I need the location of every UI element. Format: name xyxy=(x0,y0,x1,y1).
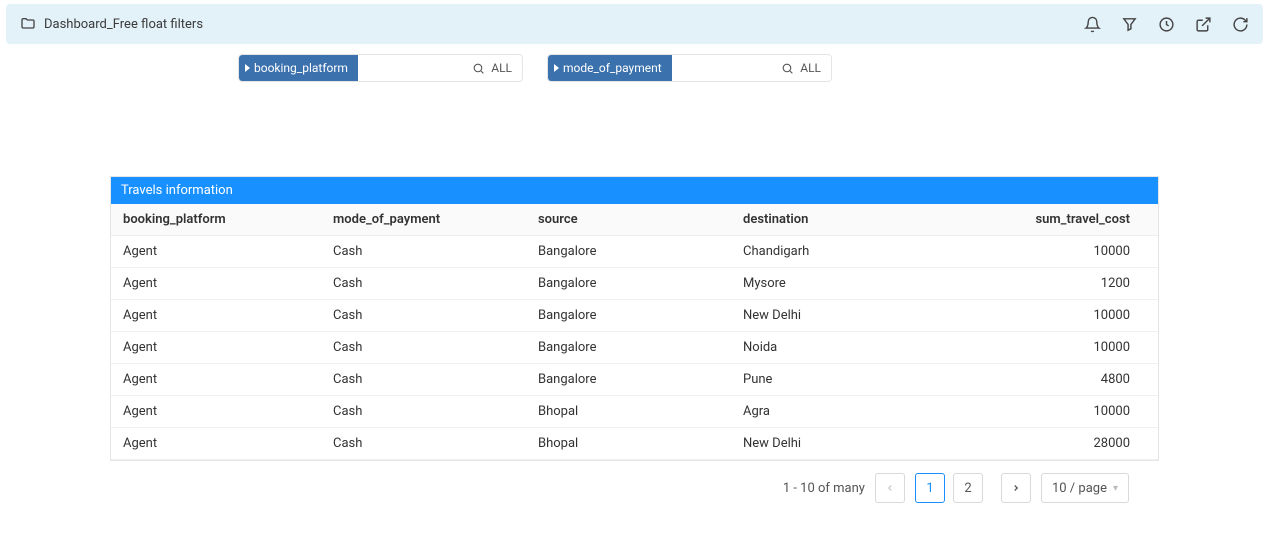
table-widget: Travels information booking_platform mod… xyxy=(110,176,1159,461)
cell-destination: Chandigarh xyxy=(731,236,931,267)
cell-mode-of-payment: Cash xyxy=(321,268,526,299)
filter-value: ALL xyxy=(800,61,821,75)
cell-mode-of-payment: Cash xyxy=(321,364,526,395)
filter-chip[interactable]: booking_platform xyxy=(239,55,358,81)
filter-chip[interactable]: mode_of_payment xyxy=(548,55,672,81)
cell-sum-travel-cost: 10000 xyxy=(931,300,1158,331)
cell-destination: Pune xyxy=(731,364,931,395)
search-icon xyxy=(781,62,794,75)
cell-source: Bhopal xyxy=(526,428,731,459)
col-header-booking-platform[interactable]: booking_platform xyxy=(111,204,321,235)
cell-sum-travel-cost: 10000 xyxy=(931,236,1158,267)
cell-sum-travel-cost: 28000 xyxy=(931,428,1158,459)
cell-sum-travel-cost: 10000 xyxy=(931,396,1158,427)
pagination-prev-button[interactable] xyxy=(875,473,905,503)
cell-mode-of-payment: Cash xyxy=(321,396,526,427)
topbar-right xyxy=(1084,16,1249,33)
pagination-page-2[interactable]: 2 xyxy=(953,473,983,503)
cell-source: Bangalore xyxy=(526,364,731,395)
filter-booking-platform[interactable]: booking_platform ALL xyxy=(238,54,523,82)
cell-mode-of-payment: Cash xyxy=(321,332,526,363)
cell-booking-platform: Agent xyxy=(111,300,321,331)
external-link-icon[interactable] xyxy=(1195,16,1212,33)
pagination-summary: 1 - 10 of many xyxy=(783,481,865,496)
filter-chip-label: booking_platform xyxy=(254,61,348,75)
folder-icon xyxy=(20,16,36,32)
cell-source: Bhopal xyxy=(526,396,731,427)
cell-destination: Agra xyxy=(731,396,931,427)
cell-destination: New Delhi xyxy=(731,300,931,331)
cell-sum-travel-cost: 4800 xyxy=(931,364,1158,395)
clock-icon[interactable] xyxy=(1158,16,1175,33)
table-row[interactable]: AgentCashBangaloreChandigarh10000 xyxy=(111,236,1158,268)
filter-value-area[interactable]: ALL xyxy=(358,61,522,75)
filters-row: booking_platform ALL mode_of_payment ALL xyxy=(238,54,1269,82)
table-row[interactable]: AgentCashBangaloreNew Delhi10000 xyxy=(111,300,1158,332)
cell-source: Bangalore xyxy=(526,268,731,299)
table-row[interactable]: AgentCashBhopalNew Delhi28000 xyxy=(111,428,1158,460)
cell-sum-travel-cost: 1200 xyxy=(931,268,1158,299)
table-row[interactable]: AgentCashBhopalAgra10000 xyxy=(111,396,1158,428)
page-size-label: 10 / page xyxy=(1052,481,1107,496)
table-row[interactable]: AgentCashBangaloreMysore1200 xyxy=(111,268,1158,300)
cell-mode-of-payment: Cash xyxy=(321,428,526,459)
filter-value: ALL xyxy=(491,61,512,75)
cell-mode-of-payment: Cash xyxy=(321,300,526,331)
table-title: Travels information xyxy=(111,177,1158,204)
pagination-next-button[interactable] xyxy=(1001,473,1031,503)
page-size-selector[interactable]: 10 / page ▾ xyxy=(1041,473,1129,503)
cell-destination: Mysore xyxy=(731,268,931,299)
chevron-down-icon: ▾ xyxy=(1113,483,1118,494)
table-header-row: booking_platform mode_of_payment source … xyxy=(111,204,1158,236)
table-row[interactable]: AgentCashBangaloreNoida10000 xyxy=(111,332,1158,364)
filter-value-area[interactable]: ALL xyxy=(672,61,831,75)
col-header-sum-travel-cost[interactable]: sum_travel_cost xyxy=(931,204,1158,235)
cell-destination: New Delhi xyxy=(731,428,931,459)
cell-booking-platform: Agent xyxy=(111,268,321,299)
bell-icon[interactable] xyxy=(1084,16,1101,33)
triangle-right-icon xyxy=(554,64,559,72)
cell-source: Bangalore xyxy=(526,300,731,331)
cell-destination: Noida xyxy=(731,332,931,363)
topbar-left: Dashboard_Free float filters xyxy=(20,16,203,32)
cell-source: Bangalore xyxy=(526,236,731,267)
table-body[interactable]: AgentCashBangaloreChandigarh10000AgentCa… xyxy=(111,236,1158,460)
filter-chip-label: mode_of_payment xyxy=(563,61,662,75)
triangle-right-icon xyxy=(245,64,250,72)
cell-source: Bangalore xyxy=(526,332,731,363)
filter-icon[interactable] xyxy=(1121,16,1138,33)
cell-booking-platform: Agent xyxy=(111,236,321,267)
cell-booking-platform: Agent xyxy=(111,332,321,363)
refresh-icon[interactable] xyxy=(1232,16,1249,33)
cell-sum-travel-cost: 10000 xyxy=(931,332,1158,363)
col-header-destination[interactable]: destination xyxy=(731,204,931,235)
pagination: 1 - 10 of many 12 10 / page ▾ xyxy=(0,473,1129,503)
col-header-mode-of-payment[interactable]: mode_of_payment xyxy=(321,204,526,235)
table-row[interactable]: AgentCashBangalorePune4800 xyxy=(111,364,1158,396)
col-header-source[interactable]: source xyxy=(526,204,731,235)
cell-booking-platform: Agent xyxy=(111,428,321,459)
pagination-page-1[interactable]: 1 xyxy=(915,473,945,503)
cell-mode-of-payment: Cash xyxy=(321,236,526,267)
cell-booking-platform: Agent xyxy=(111,396,321,427)
page-title: Dashboard_Free float filters xyxy=(44,17,203,32)
search-icon xyxy=(472,62,485,75)
filter-mode-of-payment[interactable]: mode_of_payment ALL xyxy=(547,54,832,82)
topbar: Dashboard_Free float filters xyxy=(6,4,1263,44)
cell-booking-platform: Agent xyxy=(111,364,321,395)
